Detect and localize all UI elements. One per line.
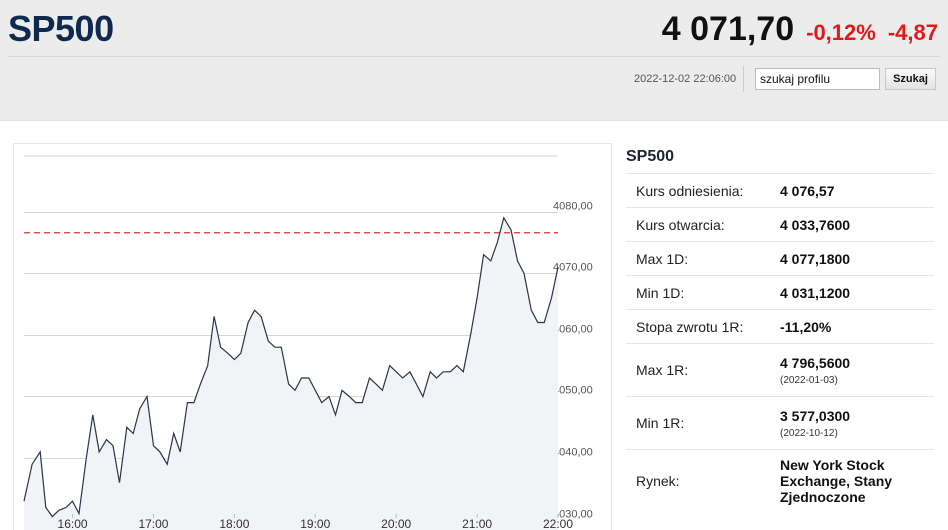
x-tick-label: 22:00	[543, 517, 573, 530]
info-label: Max 1R:	[636, 362, 689, 378]
info-title: SP500	[626, 148, 675, 165]
x-tick-label: 20:00	[381, 517, 411, 530]
info-row: Stopa zwrotu 1R: -11,20%	[626, 309, 934, 343]
info-value: 4 033,7600	[780, 216, 851, 233]
x-tick-label: 16:00	[58, 517, 88, 530]
info-value: 4 796,5600	[780, 354, 851, 371]
info-value-date: (2022-01-03)	[780, 374, 838, 386]
x-tick-label: 18:00	[219, 517, 249, 530]
info-label: Min 1R:	[636, 415, 685, 431]
y-tick-label: 4040,00	[553, 447, 593, 459]
info-value: 4 031,1200	[780, 284, 851, 301]
y-tick-label: 4060,00	[553, 324, 593, 336]
quote-summary: 4 071,70 -0,12% -4,87	[662, 10, 938, 49]
info-label: Rynek:	[636, 472, 680, 489]
change-absolute: -4,87	[887, 20, 938, 45]
info-row: Kurs odniesienia: 4 076,57	[626, 173, 934, 207]
info-value: -11,20%	[780, 318, 832, 335]
info-value-date: (2022-10-12)	[780, 427, 838, 439]
toolbar-separator	[743, 66, 744, 92]
x-tick-label: 17:00	[138, 517, 168, 530]
info-value-group: 3 577,0300 (2022-10-12)	[780, 397, 934, 449]
info-label: Min 1D:	[636, 284, 685, 301]
info-row: Min 1R: 3 577,0300 (2022-10-12)	[626, 396, 934, 449]
main-panel: 4030,00 4040,00 4050,00 4060,00 4070,00 4080,…	[0, 120, 948, 530]
info-row: Min 1D: 4 031,1200	[626, 275, 934, 309]
price-area	[24, 217, 558, 530]
info-value: 3 577,0300	[780, 407, 851, 424]
quote-header: SP500 4 071,70 -0,12% -4,87 2022-12-02 22:…	[0, 0, 948, 100]
info-value-group: 4 796,5600 (2022-01-03)	[780, 344, 934, 396]
header-divider	[8, 56, 940, 57]
info-row: Max 1D: 4 077,1800	[626, 241, 934, 275]
chart-svg: 4030,004040,004050,004060,004070,004080,…	[23, 155, 593, 530]
info-row: Kurs otwarcia: 4 033,7600	[626, 207, 934, 241]
info-row: Rynek: New York Stock Exchange, Stany Zje…	[626, 449, 934, 511]
info-value: 4 077,1800	[780, 250, 851, 267]
last-price: 4 071,70	[661, 10, 795, 48]
info-row: Max 1R: 4 796,5600 (2022-01-03)	[626, 343, 934, 396]
intraday-chart: 4030,00 4040,00 4050,00 4060,00 4070,00 4080,…	[13, 143, 612, 530]
info-label: Stopa zwrotu 1R:	[636, 318, 744, 335]
y-tick-label: 4050,00	[553, 385, 593, 397]
x-tick-label: 19:00	[300, 517, 330, 530]
search-button[interactable]: Szukaj	[885, 68, 936, 90]
info-label: Kurs odniesienia:	[636, 182, 744, 199]
info-label: Kurs otwarcia:	[636, 216, 725, 233]
symbol-title: SP500	[8, 8, 114, 49]
y-tick-label: 4070,00	[553, 262, 593, 274]
profile-search-input[interactable]	[755, 68, 880, 90]
y-tick-label: 4080,00	[553, 201, 593, 213]
x-tick-label: 21:00	[462, 517, 492, 530]
info-value: 4 076,57	[780, 182, 835, 199]
change-percent: -0,12%	[806, 20, 876, 45]
info-value: New York Stock Exchange, Stany Zjednoczo…	[780, 456, 893, 505]
quote-timestamp: 2022-12-02 22:06:00	[634, 73, 737, 85]
info-label: Max 1D:	[636, 250, 689, 267]
instrument-info: SP500 Kurs odniesienia: 4 076,57 Kurs otw…	[626, 147, 934, 511]
